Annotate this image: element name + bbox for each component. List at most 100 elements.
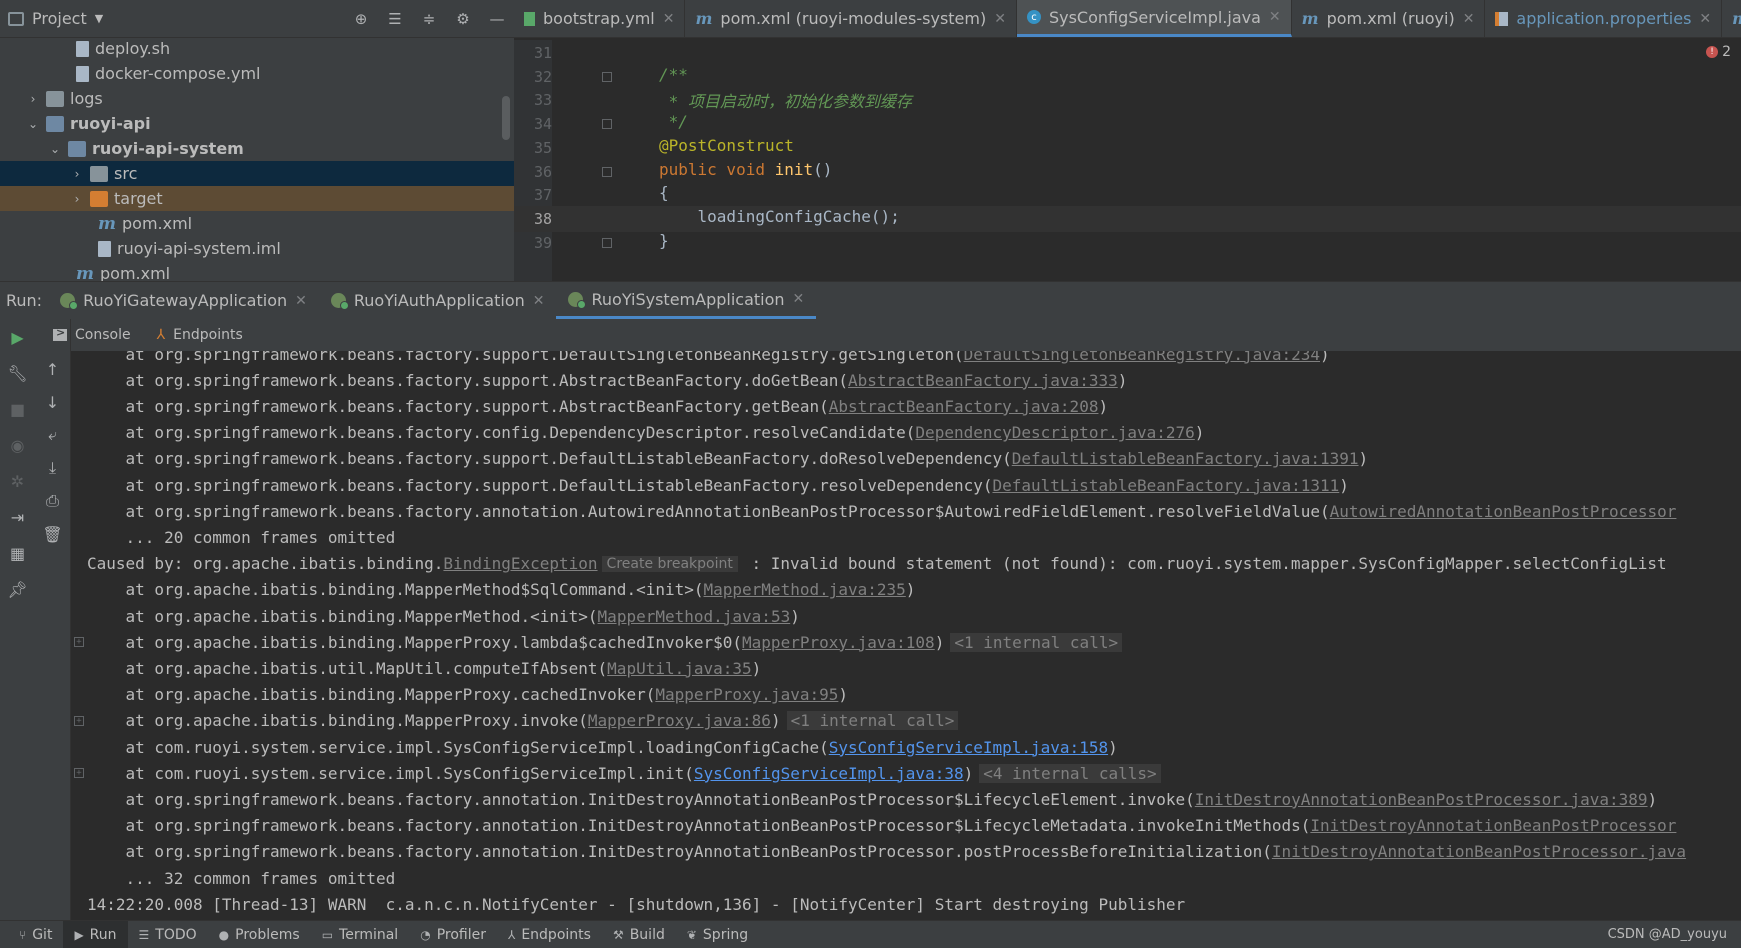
toolwindow-spring-button[interactable]: ❦ Spring	[676, 921, 759, 948]
editor-tab[interactable]: m pom.xml (ruoyi-modules-system) ✕	[685, 0, 1017, 37]
expand-icon[interactable]: +	[74, 715, 84, 726]
toolwindow-build-button[interactable]: ⚒ Build	[602, 921, 676, 948]
editor-tab[interactable]: m pom.xml (ruoyi) ✕	[1292, 0, 1486, 37]
error-indicator[interactable]: ! 2	[1706, 44, 1731, 60]
minimize-icon[interactable]: —	[488, 10, 506, 28]
fold-marker-icon[interactable]	[602, 71, 612, 82]
chevron-right-icon[interactable]: ›	[70, 192, 84, 206]
close-icon[interactable]: ✕	[295, 293, 307, 309]
console-line: at org.springframework.beans.factory.ann…	[87, 839, 1687, 865]
fold-marker-icon[interactable]	[602, 166, 612, 177]
source-link[interactable]: AutowiredAnnotationBeanPostProcessor	[1330, 502, 1677, 521]
project-view-selector[interactable]: Project ▼	[8, 9, 103, 28]
close-icon[interactable]: ✕	[1463, 11, 1475, 27]
endpoints-icon: ⅄	[507, 927, 516, 942]
source-link[interactable]: MapperProxy.java:95	[655, 685, 838, 704]
soft-wrap-icon[interactable]: ⤶	[43, 425, 63, 445]
source-link[interactable]: MapperMethod.java:53	[598, 607, 791, 626]
chevron-down-icon[interactable]: ⌄	[48, 142, 62, 156]
collapse-all-icon[interactable]: ≑	[420, 10, 438, 28]
close-icon[interactable]: ✕	[793, 291, 805, 307]
internal-calls-fold[interactable]: <1 internal call>	[950, 632, 1123, 652]
close-icon[interactable]: ✕	[663, 11, 675, 27]
editor-tab[interactable]: mpom.xml (r	[1722, 0, 1741, 37]
editor-tab[interactable]: bootstrap.yml ✕	[514, 0, 686, 37]
source-link[interactable]: InitDestroyAnnotationBeanPostProcessor.j…	[1272, 842, 1686, 861]
stop-icon[interactable]: ■	[8, 399, 28, 419]
source-link[interactable]: MapperMethod.java:235	[704, 580, 906, 599]
arrow-down-icon[interactable]: ↓	[43, 392, 63, 412]
source-link[interactable]: InitDestroyAnnotationBeanPostProcessor.j…	[1195, 790, 1648, 809]
tree-item[interactable]: › src	[0, 161, 514, 186]
create-breakpoint-link[interactable]: Create breakpoint	[601, 555, 738, 572]
arrow-up-icon[interactable]: ↑	[43, 359, 63, 379]
source-link[interactable]: DefaultListableBeanFactory.java:1311	[992, 476, 1339, 495]
source-link[interactable]: MapperProxy.java:86	[588, 711, 771, 730]
toolwindow-terminal-button[interactable]: ▭ Terminal	[311, 921, 410, 948]
chevron-down-icon[interactable]: ⌄	[26, 117, 40, 131]
code-area[interactable]: 31 32 /** 33 * 项目启动时，初始化参数到缓存 34 */ 35 @PostCo…	[514, 40, 1741, 281]
toolwindow-problems-button[interactable]: ● Problems	[208, 921, 311, 948]
login-icon[interactable]: ⇥	[8, 507, 28, 527]
layout-icon[interactable]: ▦	[8, 543, 28, 563]
rerun-icon[interactable]: ▶	[8, 327, 28, 347]
close-icon[interactable]: ✕	[1269, 9, 1281, 25]
tree-item[interactable]: m pom.xml	[0, 261, 514, 282]
source-link[interactable]: AbstractBeanFactory.java:333	[848, 371, 1118, 390]
source-link[interactable]: BindingException	[443, 554, 597, 573]
source-link[interactable]: MapperProxy.java:108	[742, 633, 935, 652]
tree-item[interactable]: m pom.xml	[0, 211, 514, 236]
chevron-right-icon[interactable]: ›	[70, 167, 84, 181]
gear-icon[interactable]: ⚙	[454, 10, 472, 28]
trash-icon[interactable]: 🗑︎	[42, 524, 62, 544]
source-link[interactable]: MapUtil.java:35	[607, 659, 752, 678]
tree-item[interactable]: ⌄ ruoyi-api-system	[0, 136, 514, 161]
camera-icon[interactable]: ◉	[8, 435, 28, 455]
toolwindow-run-button[interactable]: ▶ Run	[63, 921, 128, 948]
tree-item[interactable]: docker-compose.yml	[0, 61, 514, 86]
locate-icon[interactable]: ⊕	[352, 10, 370, 28]
internal-calls-fold[interactable]: <4 internal calls>	[979, 763, 1161, 783]
code-line: 39	[514, 230, 1741, 256]
tree-item[interactable]: deploy.sh	[0, 36, 514, 61]
source-link[interactable]: DependencyDescriptor.java:276	[915, 423, 1194, 442]
run-config-tab[interactable]: RuoYiGatewayApplication ✕	[48, 282, 319, 319]
print-icon[interactable]: ⎙	[43, 491, 63, 511]
expand-icon[interactable]: +	[74, 637, 84, 648]
chevron-right-icon[interactable]: ›	[26, 92, 40, 106]
tree-scrollbar[interactable]	[502, 96, 510, 140]
run-config-tab[interactable]: RuoYiSystemApplication ✕	[556, 282, 817, 319]
close-icon[interactable]: ✕	[1699, 11, 1711, 27]
tab-console[interactable]: Console	[53, 326, 131, 343]
close-icon[interactable]: ✕	[533, 293, 545, 309]
editor-tab[interactable]: application.properties ✕	[1485, 0, 1723, 37]
source-link[interactable]: SysConfigServiceImpl.java:38	[694, 764, 964, 783]
tree-item[interactable]: ruoyi-api-system.iml	[0, 236, 514, 261]
tree-item[interactable]: › target	[0, 186, 514, 211]
debug-gear-icon[interactable]: ✲	[8, 471, 28, 491]
toolwindow-profiler-button[interactable]: ◔ Profiler	[409, 921, 497, 948]
tree-item[interactable]: › logs	[0, 86, 514, 111]
expand-all-icon[interactable]: ☰	[386, 10, 404, 28]
run-config-tab[interactable]: RuoYiAuthApplication ✕	[319, 282, 557, 319]
expand-icon[interactable]: +	[74, 768, 84, 779]
toolwindow-endpoints-button[interactable]: ⅄ Endpoints	[497, 921, 602, 948]
fold-marker-icon[interactable]	[602, 119, 612, 130]
pin-icon[interactable]: 📌︎	[7, 579, 27, 599]
toolwindow-git-button[interactable]: ⑂ Git	[8, 921, 63, 948]
wrench-icon[interactable]: 🔧︎	[7, 363, 27, 383]
toolwindow-todo-button[interactable]: ☰ TODO	[128, 921, 208, 948]
source-link[interactable]: DefaultListableBeanFactory.java:1391	[1012, 449, 1359, 468]
console-output[interactable]: at org.springframework.beans.factory.sup…	[71, 351, 1741, 920]
close-icon[interactable]: ✕	[994, 11, 1006, 27]
fold-marker-icon[interactable]	[602, 237, 612, 248]
tab-endpoints[interactable]: ⅄ Endpoints	[157, 327, 243, 343]
source-link[interactable]: InitDestroyAnnotationBeanPostProcessor	[1310, 816, 1676, 835]
source-link[interactable]: SysConfigServiceImpl.java:158	[829, 738, 1108, 757]
editor-tab[interactable]: c SysConfigServiceImpl.java ✕	[1016, 0, 1292, 37]
internal-calls-fold[interactable]: <1 internal call>	[786, 711, 959, 731]
tree-item[interactable]: ⌄ ruoyi-api	[0, 111, 514, 136]
scroll-to-end-icon[interactable]: ⤓	[43, 458, 63, 478]
source-link[interactable]: DefaultSingletonBeanRegistry.java:234	[964, 351, 1320, 364]
source-link[interactable]: AbstractBeanFactory.java:208	[829, 397, 1099, 416]
